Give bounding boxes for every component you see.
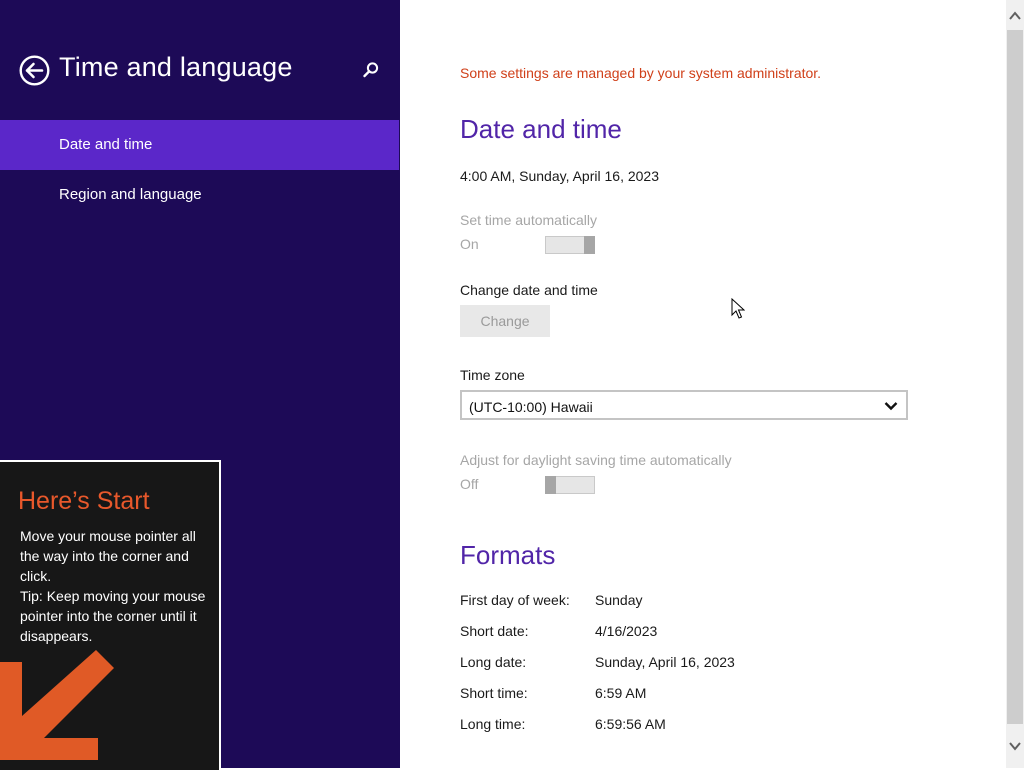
chevron-down-icon (884, 402, 898, 411)
corner-arrow-icon (0, 650, 114, 760)
chevron-up-icon (1009, 11, 1021, 20)
time-zone-value: (UTC-10:00) Hawaii (469, 399, 593, 415)
format-label-short-time: Short time: (460, 685, 528, 701)
format-value-long-time: 6:59:56 AM (595, 716, 666, 732)
formats-heading: Formats (460, 540, 556, 570)
format-value-first-day: Sunday (595, 592, 643, 608)
change-button[interactable]: Change (460, 305, 550, 337)
dst-label: Adjust for daylight saving time automati… (460, 452, 732, 468)
toggle-thumb (545, 476, 556, 494)
tip-title: Here’s Start (18, 487, 150, 515)
dst-toggle[interactable] (545, 476, 595, 494)
admin-notice: Some settings are managed by your system… (460, 65, 822, 81)
sidebar-item-region-and-language[interactable]: Region and language (0, 170, 399, 220)
change-date-time-label: Change date and time (460, 282, 598, 298)
time-zone-label: Time zone (460, 367, 525, 383)
format-value-long-date: Sunday, April 16, 2023 (595, 654, 735, 670)
format-value-short-date: 4/16/2023 (595, 623, 658, 639)
format-value-short-time: 6:59 AM (595, 685, 647, 701)
mouse-cursor-icon (731, 298, 745, 319)
set-time-auto-label: Set time automatically (460, 212, 597, 228)
settings-sidebar: Time and language Date and time Region a… (0, 0, 400, 770)
toggle-thumb (584, 236, 595, 254)
sidebar-item-date-and-time[interactable]: Date and time (0, 120, 399, 170)
scroll-down-button[interactable] (1006, 738, 1024, 754)
sidebar-item-label: Date and time (59, 136, 153, 153)
set-time-auto-toggle[interactable] (545, 236, 595, 254)
scroll-up-button[interactable] (1006, 8, 1024, 24)
back-button[interactable] (19, 55, 50, 86)
settings-content: Some settings are managed by your system… (400, 0, 1006, 768)
sidebar-item-label: Region and language (59, 186, 202, 203)
current-date-time: 4:00 AM, Sunday, April 16, 2023 (460, 168, 659, 184)
date-time-heading: Date and time (460, 114, 622, 144)
tip-body: Move your mouse pointer all the way into… (20, 526, 210, 646)
page-title: Time and language (59, 52, 293, 82)
tip-instruction: Move your mouse pointer all the way into… (20, 528, 196, 584)
time-zone-select[interactable]: (UTC-10:00) Hawaii (460, 390, 908, 420)
format-label-long-date: Long date: (460, 654, 527, 670)
search-button[interactable] (362, 61, 380, 79)
scrollbar-thumb[interactable] (1007, 30, 1023, 724)
back-arrow-icon (19, 55, 50, 86)
dst-state: Off (460, 476, 479, 492)
format-label-long-time: Long time: (460, 716, 526, 732)
tip-hint: Tip: Keep moving your mouse pointer into… (20, 588, 206, 644)
chevron-down-icon (1009, 742, 1021, 751)
format-label-first-day: First day of week: (460, 592, 570, 608)
set-time-auto-state: On (460, 236, 479, 252)
format-label-short-date: Short date: (460, 623, 529, 639)
search-icon (363, 62, 379, 78)
start-tip-panel: Here’s Start Move your mouse pointer all… (0, 460, 221, 770)
